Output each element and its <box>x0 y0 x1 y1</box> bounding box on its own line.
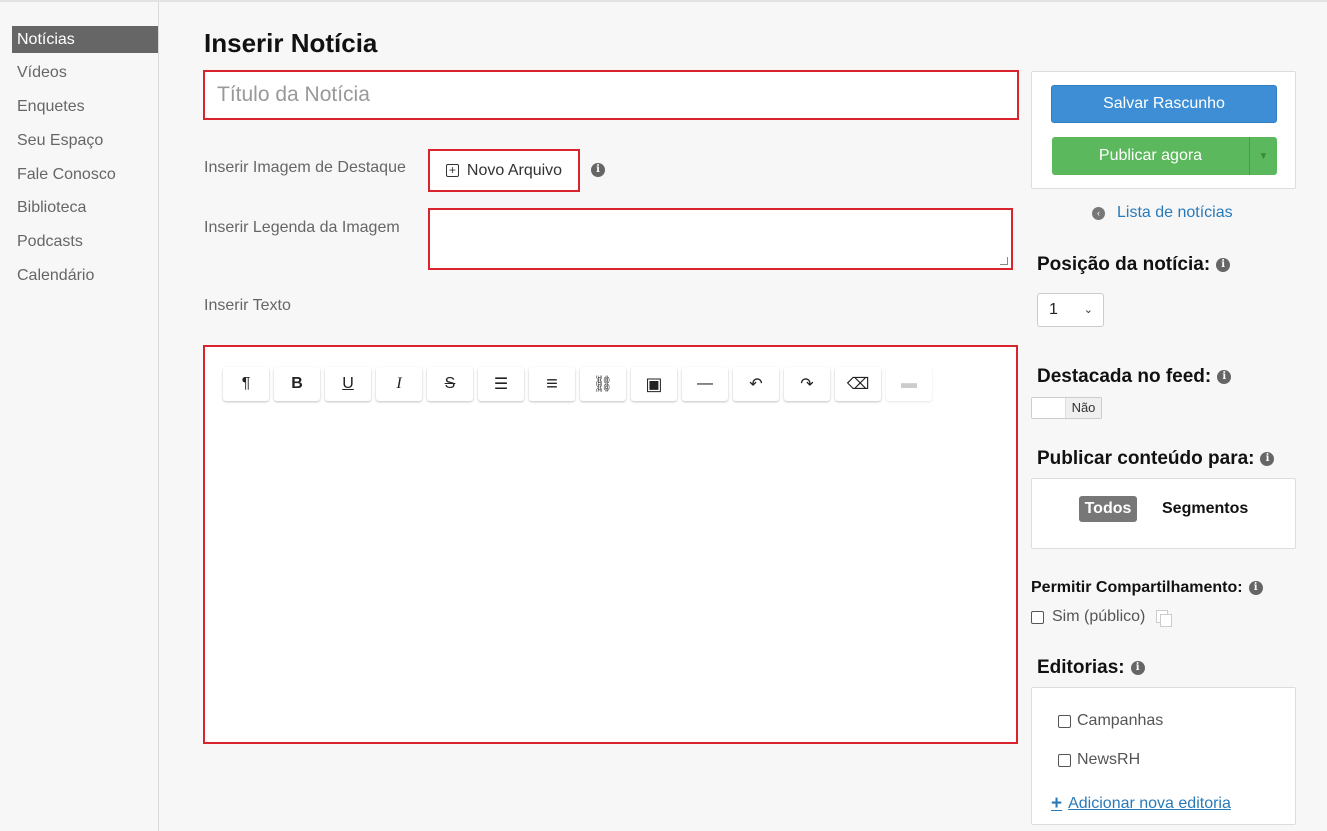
audience-title: Publicar conteúdo para: i <box>1037 448 1275 470</box>
editorias-title: Editorias: i <box>1037 657 1145 679</box>
caret-down-icon: ▼ <box>1258 150 1269 162</box>
horizontal-rule-button[interactable]: — <box>682 367 728 401</box>
folder-button[interactable]: ▬ <box>886 367 932 401</box>
bold-button[interactable]: B <box>274 367 320 401</box>
paragraph-button[interactable]: ¶ <box>223 367 269 401</box>
plus-square-icon: + <box>445 164 459 177</box>
editoria-checkbox[interactable] <box>1058 714 1071 728</box>
sharing-option-label: Sim (público) <box>1052 608 1146 625</box>
align-button[interactable]: ≡ <box>529 367 575 401</box>
strikethrough-icon: S <box>444 375 456 392</box>
info-icon[interactable]: i <box>591 163 605 177</box>
editor-toolbar: ¶ B U I S ☰ ≡ ⛓ ▣ — ↶ ↷ ⌫ ▬ <box>223 367 932 401</box>
sidebar-item-fale-conosco[interactable]: Fale Conosco <box>12 161 158 188</box>
redo-button[interactable]: ↷ <box>784 367 830 401</box>
strikethrough-button[interactable]: S <box>427 367 473 401</box>
save-draft-button[interactable]: Salvar Rascunho <box>1051 85 1277 123</box>
toggle-value: Não <box>1066 398 1101 418</box>
list-icon: ☰ <box>493 376 509 393</box>
publish-options-button[interactable]: ▼ <box>1249 137 1277 175</box>
audience-title-text: Publicar conteúdo para: <box>1037 448 1255 469</box>
image-icon: ▣ <box>645 373 663 394</box>
image-button[interactable]: ▣ <box>631 367 677 401</box>
sidebar-item-noticias[interactable]: Notícias <box>12 26 158 53</box>
undo-button[interactable]: ↶ <box>733 367 779 401</box>
featured-toggle[interactable]: Não <box>1031 397 1102 419</box>
toggle-knob <box>1032 398 1066 418</box>
list-button[interactable]: ☰ <box>478 367 524 401</box>
chevron-down-icon: ⌄ <box>1083 304 1093 316</box>
caption-textarea[interactable] <box>428 208 1013 270</box>
redo-icon: ↷ <box>800 376 814 393</box>
rich-text-editor[interactable]: ¶ B U I S ☰ ≡ ⛓ ▣ — ↶ ↷ ⌫ ▬ <box>203 345 1018 744</box>
sidebar-item-calendario[interactable]: Calendário <box>12 262 158 289</box>
align-icon: ≡ <box>546 372 558 395</box>
position-value: 1 <box>1049 301 1058 318</box>
info-icon[interactable]: i <box>1217 370 1232 384</box>
editorias-title-text: Editorias: <box>1037 657 1125 678</box>
publish-now-button[interactable]: Publicar agora <box>1052 137 1249 175</box>
featured-image-label: Inserir Imagem de Destaque <box>204 159 406 176</box>
sidebar-item-videos[interactable]: Vídeos <box>12 59 158 86</box>
info-icon[interactable]: i <box>1216 258 1231 272</box>
link-button[interactable]: ⛓ <box>580 367 626 401</box>
page-title: Inserir Notícia <box>204 28 378 58</box>
sidebar: Notícias Vídeos Enquetes Seu Espaço Fale… <box>0 2 159 831</box>
info-icon[interactable]: i <box>1248 581 1263 595</box>
add-editoria-link[interactable]: + Adicionar nova editoria <box>1051 793 1231 815</box>
sidebar-item-biblioteca[interactable]: Biblioteca <box>12 194 158 221</box>
audience-segments-option[interactable]: Segmentos <box>1162 500 1248 518</box>
copy-icon[interactable] <box>1156 609 1173 627</box>
link-icon: ⛓ <box>592 376 614 393</box>
publish-panel: Salvar Rascunho Publicar agora ▼ <box>1031 71 1296 189</box>
news-list-link[interactable]: ‹ Lista de notícias <box>1092 204 1233 222</box>
chevron-left-circle-icon: ‹ <box>1092 206 1105 220</box>
featured-title-text: Destacada no feed: <box>1037 366 1212 387</box>
bold-icon: B <box>291 375 303 392</box>
info-icon[interactable]: i <box>1260 452 1275 466</box>
position-title: Posição da notícia: i <box>1037 254 1231 276</box>
underline-button[interactable]: U <box>325 367 371 401</box>
underline-icon: U <box>342 375 354 392</box>
editoria-label: NewsRH <box>1077 751 1141 768</box>
new-file-label: Novo Arquivo <box>466 161 563 179</box>
resize-handle-icon[interactable] <box>1000 257 1008 265</box>
editoria-label: Campanhas <box>1077 712 1164 729</box>
add-editoria-label: Adicionar nova editoria <box>1068 795 1231 812</box>
undo-icon: ↶ <box>749 376 763 393</box>
sidebar-item-podcasts[interactable]: Podcasts <box>12 228 158 255</box>
sharing-option[interactable]: Sim (público) <box>1031 608 1173 627</box>
editorias-panel: Campanhas NewsRH + Adicionar nova editor… <box>1031 687 1296 825</box>
caption-label: Inserir Legenda da Imagem <box>204 219 400 236</box>
position-title-text: Posição da notícia: <box>1037 254 1211 275</box>
italic-button[interactable]: I <box>376 367 422 401</box>
folder-icon: ▬ <box>901 375 917 392</box>
italic-icon: I <box>396 375 402 392</box>
title-placeholder: Título da Notícia <box>217 83 370 106</box>
position-select[interactable]: 1 ⌄ <box>1037 293 1104 327</box>
new-file-button[interactable]: + Novo Arquivo <box>428 149 580 192</box>
plus-icon: + <box>1051 793 1063 814</box>
sidebar-item-seu-espaco[interactable]: Seu Espaço <box>12 127 158 154</box>
eraser-icon: ⌫ <box>846 376 870 393</box>
sidebar-item-enquetes[interactable]: Enquetes <box>12 93 158 120</box>
horizontal-rule-icon: — <box>697 375 713 392</box>
editoria-checkbox[interactable] <box>1058 753 1071 767</box>
paragraph-icon: ¶ <box>241 375 251 392</box>
editoria-item[interactable]: Campanhas <box>1058 712 1163 730</box>
news-list-label: Lista de notícias <box>1117 204 1233 221</box>
sharing-checkbox[interactable] <box>1031 610 1044 624</box>
audience-all-option[interactable]: Todos <box>1079 496 1137 522</box>
top-border <box>0 0 1327 2</box>
info-icon[interactable]: i <box>1130 661 1145 675</box>
title-input[interactable]: Título da Notícia <box>203 70 1019 120</box>
text-label: Inserir Texto <box>204 297 291 314</box>
sharing-title: Permitir Compartilhamento: i <box>1031 579 1263 597</box>
audience-selector: Todos Segmentos <box>1031 478 1296 549</box>
eraser-button[interactable]: ⌫ <box>835 367 881 401</box>
featured-title: Destacada no feed: i <box>1037 366 1232 388</box>
editoria-item[interactable]: NewsRH <box>1058 751 1140 769</box>
sharing-title-text: Permitir Compartilhamento: <box>1031 579 1243 596</box>
